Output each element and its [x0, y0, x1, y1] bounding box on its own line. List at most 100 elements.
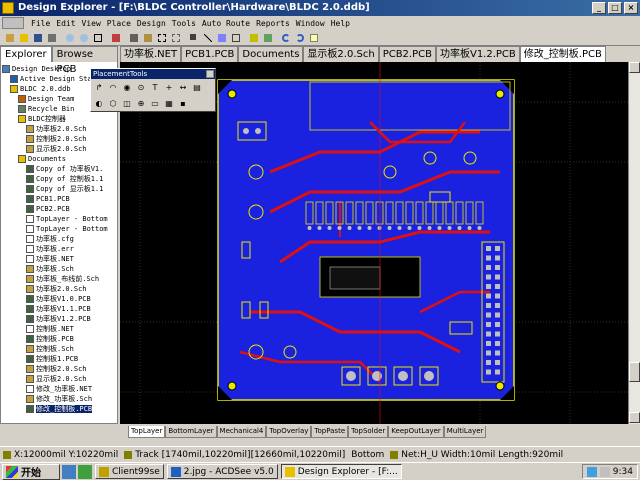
close-button[interactable]: × — [624, 2, 638, 14]
paste-icon[interactable] — [142, 32, 154, 44]
layer-tab[interactable]: Mechanical4 — [216, 426, 267, 438]
document-tab[interactable]: 功率板.NET — [120, 46, 182, 62]
zoom-out-icon[interactable] — [78, 32, 90, 44]
placement-tools-palette[interactable]: PlacementTools ↱ ◠ ◉ ⊙ T + ↔ ▤ ◐ ⬡ ◫ ⊕ ▭… — [90, 68, 216, 112]
palette-close-button[interactable] — [206, 70, 214, 78]
task-acdsee[interactable]: 2.jpg - ACDSee v5.0 — [166, 464, 278, 479]
wire-icon[interactable] — [216, 32, 228, 44]
task-client99se[interactable]: Client99se — [95, 464, 164, 479]
library-icon[interactable] — [262, 32, 274, 44]
minimize-button[interactable]: _ — [592, 2, 606, 14]
layer-tab[interactable]: TopLayer — [128, 426, 166, 438]
quicklaunch-desktop-icon[interactable] — [62, 464, 76, 479]
help-icon[interactable] — [308, 32, 320, 44]
document-tab[interactable]: 修改_控制板.PCB — [519, 46, 606, 62]
tree-item[interactable]: 功率板_布线前.Sch — [26, 274, 99, 284]
document-tab[interactable]: 显示板2.0.Sch — [303, 46, 379, 62]
tree-item[interactable]: BLDC 2.0.ddb — [10, 84, 71, 94]
tree-item[interactable]: 控制板2.0.Sch — [26, 134, 87, 144]
undo-icon[interactable] — [280, 32, 292, 44]
tree-item[interactable]: 功率板V1.2.PCB — [26, 314, 91, 324]
move-icon[interactable] — [188, 32, 200, 44]
menu-tools[interactable]: Tools — [169, 19, 199, 28]
component-tool-icon[interactable]: ▤ — [191, 81, 203, 93]
tree-item[interactable]: Copy of 功率板V1. — [26, 164, 103, 174]
grid-icon[interactable] — [230, 32, 242, 44]
tree-item[interactable]: 修改_功率板.NET — [26, 384, 92, 394]
menu-window[interactable]: Window — [293, 19, 328, 28]
tree-item[interactable]: 功率板.err — [26, 244, 74, 254]
explorer-toggle-icon[interactable] — [4, 32, 16, 44]
document-window-icon[interactable] — [2, 17, 24, 29]
room-tool-icon[interactable]: ▭ — [149, 97, 161, 109]
deselect-icon[interactable] — [170, 32, 182, 44]
save-icon[interactable] — [32, 32, 44, 44]
pcb-canvas[interactable] — [120, 62, 628, 424]
open-icon[interactable] — [18, 32, 30, 44]
tree-item[interactable]: 控制板.NET — [26, 324, 74, 334]
tree-item[interactable]: Active Design Sta — [10, 74, 92, 84]
select-icon[interactable] — [156, 32, 168, 44]
document-tab[interactable]: PCB2.PCB — [378, 46, 436, 62]
menu-file[interactable]: File — [28, 19, 53, 28]
tree-item[interactable]: 控制板.Sch — [26, 344, 74, 354]
fill-tool-icon[interactable]: ◐ — [93, 97, 105, 109]
tree-item[interactable]: 功率板V1.1.PCB — [26, 304, 91, 314]
network-icon[interactable] — [586, 466, 597, 477]
tree-item[interactable]: TopLayer - Bottom — [26, 224, 108, 234]
maximize-button[interactable]: □ — [608, 2, 622, 14]
line-tool-icon[interactable]: ↱ — [93, 81, 105, 93]
tree-item[interactable]: Recycle Bin — [18, 104, 74, 114]
cross-icon[interactable] — [202, 32, 214, 44]
layer-tab[interactable]: KeepOutLayer — [388, 426, 444, 438]
layer-tab[interactable]: TopPaste — [311, 426, 349, 438]
cut-icon[interactable] — [128, 32, 140, 44]
volume-icon[interactable] — [599, 466, 610, 477]
tree-item[interactable]: 功率板.Sch — [26, 264, 74, 274]
component-icon[interactable] — [248, 32, 260, 44]
tab-browse-pcb[interactable]: Browse PCB — [51, 46, 118, 75]
menu-view[interactable]: View — [79, 19, 104, 28]
scroll-thumb[interactable] — [629, 362, 640, 382]
menu-auto-route[interactable]: Auto Route — [199, 19, 253, 28]
tree-item[interactable]: Design Team — [18, 94, 74, 104]
menu-reports[interactable]: Reports — [253, 19, 293, 28]
free-pad-tool-icon[interactable]: ▪ — [177, 97, 189, 109]
arc-tool-icon[interactable]: ◠ — [107, 81, 119, 93]
string-tool-icon[interactable]: T — [149, 81, 161, 93]
origin-tool-icon[interactable]: ⊕ — [135, 97, 147, 109]
layer-tab[interactable]: TopOverlay — [266, 426, 312, 438]
layer-tab[interactable]: MultiLayer — [443, 426, 487, 438]
layer-tab[interactable]: TopSolder — [348, 426, 389, 438]
print-icon[interactable] — [46, 32, 58, 44]
app-icon[interactable] — [2, 2, 14, 14]
tree-item[interactable]: TopLayer - Bottom — [26, 214, 108, 224]
tree-item[interactable]: 修改_功率板.Sch — [26, 394, 92, 404]
coordinate-tool-icon[interactable]: + — [163, 81, 175, 93]
document-tab[interactable]: PCB1.PCB — [181, 46, 239, 62]
task-design-explorer[interactable]: Design Explorer - [F:... — [280, 464, 402, 479]
vertical-scrollbar[interactable] — [628, 62, 640, 424]
tree-item[interactable]: 功率板2.0.Sch — [26, 124, 87, 134]
tree-item[interactable]: 功率板.cfg — [26, 234, 74, 244]
tree-item[interactable]: Copy of 控制板1.1 — [26, 174, 103, 184]
tree-item[interactable]: Copy of 显示板1.1 — [26, 184, 103, 194]
tree-item[interactable]: Documents — [18, 154, 66, 164]
zoom-in-icon[interactable] — [64, 32, 76, 44]
document-tab[interactable]: 功率板V1.2.PCB — [435, 46, 520, 62]
menu-place[interactable]: Place — [104, 19, 134, 28]
tree-item[interactable]: PCB1.PCB — [26, 194, 70, 204]
menu-design[interactable]: Design — [134, 19, 169, 28]
tree-item[interactable]: 修改_控制板.PCB — [26, 404, 93, 414]
via-tool-icon[interactable]: ◉ — [121, 81, 133, 93]
menu-edit[interactable]: Edit — [53, 19, 78, 28]
cross-probe-icon[interactable] — [110, 32, 122, 44]
zoom-area-icon[interactable] — [92, 32, 104, 44]
tree-item[interactable]: 显示板2.0.Sch — [26, 374, 87, 384]
tree-item[interactable]: 控制板1.PCB — [26, 354, 78, 364]
scroll-up-button[interactable] — [629, 62, 640, 73]
tree-item[interactable]: PCB2.PCB — [26, 204, 70, 214]
tree-item[interactable]: BLDC控制器 — [18, 114, 66, 124]
tree-item[interactable]: 功率板V1.0.PCB — [26, 294, 91, 304]
array-tool-icon[interactable]: ▦ — [163, 97, 175, 109]
